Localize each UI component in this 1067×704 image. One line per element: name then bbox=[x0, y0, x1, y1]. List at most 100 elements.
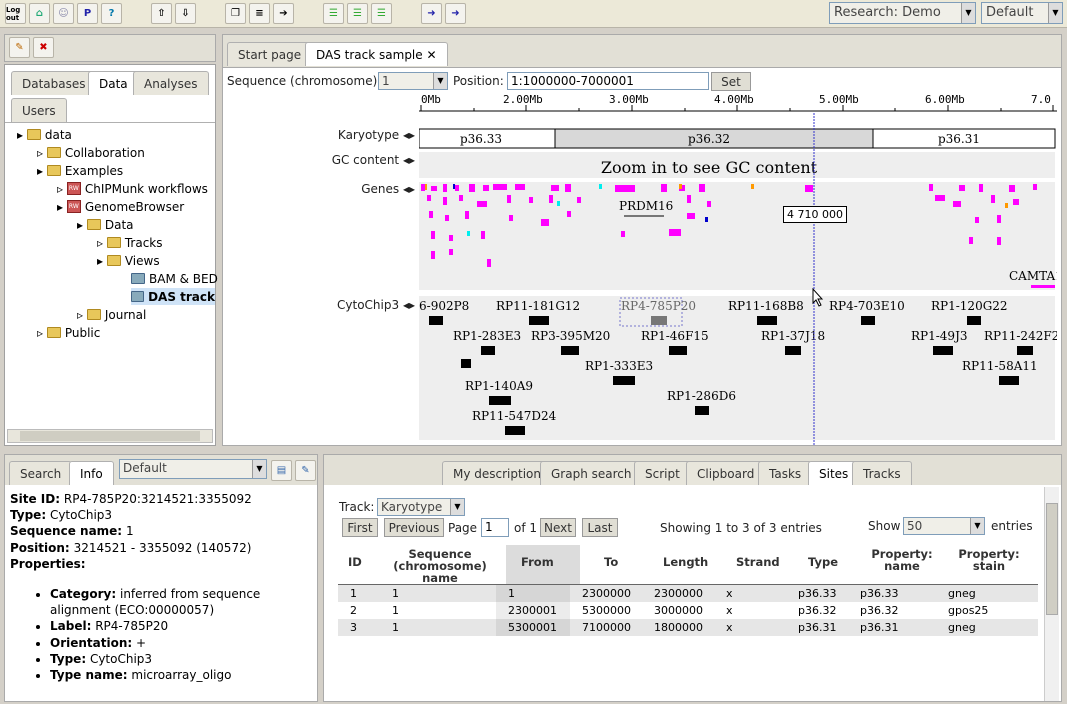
document-area: Start page DAS track sample ✕ Sequence (… bbox=[222, 34, 1067, 446]
clone-label: RP11-58A11 bbox=[962, 359, 1038, 373]
tab-das-track-sample[interactable]: DAS track sample ✕ bbox=[305, 42, 448, 66]
tree-item-genomebrowser[interactable]: ▸ RW GenomeBrowser bbox=[57, 198, 184, 215]
clone-label: RP1-46F15 bbox=[641, 329, 709, 343]
clone-label: RP1-333E3 bbox=[585, 359, 653, 373]
document-icon[interactable]: ▤ bbox=[271, 460, 292, 481]
vertical-scrollbar[interactable] bbox=[1044, 487, 1059, 701]
band-label: p36.31 bbox=[938, 132, 980, 146]
chevron-down-icon: ▼ bbox=[433, 73, 447, 89]
folder-icon bbox=[26, 129, 41, 140]
track-label-cytochip[interactable]: CytoChip3 ◂▸ bbox=[317, 298, 415, 312]
tab-users[interactable]: Users bbox=[11, 98, 67, 122]
profile-select[interactable]: Default ▼ bbox=[981, 2, 1063, 24]
list-icon[interactable]: ☰ bbox=[323, 3, 344, 24]
position-input[interactable]: 1:1000000-7000001 bbox=[507, 72, 709, 90]
chevron-down-icon: ▼ bbox=[961, 3, 975, 23]
open-doc-icon[interactable]: ➜ bbox=[445, 3, 466, 24]
col-to[interactable]: To bbox=[604, 555, 618, 569]
close-icon[interactable]: ✕ bbox=[426, 48, 436, 62]
last-button[interactable]: Last bbox=[582, 518, 618, 537]
copy-icon[interactable]: ❐ bbox=[225, 3, 246, 24]
research-select[interactable]: Research: Demo ▼ bbox=[829, 2, 976, 24]
tab-tasks[interactable]: Tasks bbox=[758, 461, 813, 485]
list2-icon[interactable]: ☰ bbox=[347, 3, 368, 24]
upload-icon[interactable]: ⇧ bbox=[151, 3, 172, 24]
tab-script[interactable]: Script bbox=[634, 461, 691, 485]
tree-item-bam-bed[interactable]: BAM & BED bbox=[131, 270, 218, 287]
clear-icon[interactable]: ✎ bbox=[9, 37, 30, 58]
tab-databases[interactable]: Databases bbox=[11, 71, 97, 95]
tab-clipboard[interactable]: Clipboard bbox=[686, 461, 766, 485]
tree-item-tracks[interactable]: ▹ Tracks bbox=[97, 234, 163, 251]
tree-item-data-sub[interactable]: ▸ Data bbox=[77, 216, 134, 233]
tab-info[interactable]: Info bbox=[69, 461, 114, 485]
tree-item-journal[interactable]: ▹ Journal bbox=[77, 306, 146, 323]
info-view-select[interactable]: Default ▼ bbox=[119, 459, 267, 479]
table-row[interactable]: 3 1 5300001 7100000 1800000 x p36.31 p36.31 gneg bbox=[338, 619, 1038, 636]
sequence-select[interactable]: 1 ▼ bbox=[378, 72, 448, 90]
next-button[interactable]: Next bbox=[540, 518, 576, 537]
clone-label: RP4-703E10 bbox=[829, 299, 905, 313]
track-label-genes[interactable]: Genes ◂▸ bbox=[327, 182, 415, 196]
page-size-select[interactable]: 50 ▼ bbox=[903, 517, 985, 535]
tree-item-das-track[interactable]: DAS track bbox=[131, 288, 215, 305]
tree-item-data[interactable]: ▸ data bbox=[17, 126, 72, 143]
tab-tracks[interactable]: Tracks bbox=[852, 461, 912, 485]
set-button[interactable]: Set bbox=[711, 72, 751, 91]
new-doc-icon[interactable]: ➜ bbox=[421, 3, 442, 24]
folder-icon bbox=[46, 327, 61, 338]
track-select[interactable]: Karyotype ▼ bbox=[377, 498, 465, 516]
tree-item-collaboration[interactable]: ▹ Collaboration bbox=[37, 144, 145, 161]
genome-view[interactable]: 0Mb 2.00Mb 3.00Mb 4.00Mb 5.00Mb 6.00Mb 7… bbox=[418, 91, 1067, 445]
project-icon: RW bbox=[66, 200, 81, 213]
list3-icon[interactable]: ☰ bbox=[371, 3, 392, 24]
folder-icon bbox=[46, 165, 61, 176]
table-row[interactable]: 1 1 1 2300000 2300000 x p36.33 p36.33 gneg bbox=[338, 585, 1038, 602]
tab-data[interactable]: Data bbox=[88, 71, 139, 95]
tab-my-description[interactable]: My description bbox=[442, 461, 552, 485]
tab-search[interactable]: Search bbox=[9, 461, 73, 485]
previous-button[interactable]: Previous bbox=[384, 518, 444, 537]
tree-item-chipmunk[interactable]: ▹ RW ChIPMunk workflows bbox=[57, 180, 208, 197]
col-id[interactable]: ID bbox=[348, 555, 362, 569]
first-button[interactable]: First bbox=[342, 518, 378, 537]
edit-icon[interactable]: ✎ bbox=[295, 460, 316, 481]
tab-graph-search[interactable]: Graph search bbox=[540, 461, 643, 485]
tree-item-examples[interactable]: ▸ Examples bbox=[37, 162, 123, 179]
gc-message: Zoom in to see GC content bbox=[601, 158, 818, 177]
user-icon[interactable]: ☺ bbox=[53, 3, 74, 24]
tab-start-page[interactable]: Start page bbox=[227, 42, 313, 66]
col-type[interactable]: Type bbox=[808, 555, 838, 569]
download-icon[interactable]: ⇩ bbox=[175, 3, 196, 24]
home-icon[interactable]: ⌂ bbox=[29, 3, 50, 24]
p-icon[interactable]: P bbox=[77, 3, 98, 24]
col-from[interactable]: From bbox=[521, 555, 554, 569]
horizontal-scrollbar[interactable] bbox=[7, 429, 213, 443]
track-label-karyotype[interactable]: Karyotype ◂▸ bbox=[327, 128, 415, 142]
folder-icon bbox=[86, 309, 101, 320]
clone-label: RP4-785P20 bbox=[621, 299, 696, 313]
tab-analyses[interactable]: Analyses bbox=[133, 71, 209, 95]
track-label-gc[interactable]: GC content ◂▸ bbox=[317, 153, 415, 167]
page-label: Page bbox=[448, 521, 478, 535]
col-strand[interactable]: Strand bbox=[736, 555, 780, 569]
clone-label: RP1-49J3 bbox=[911, 329, 968, 343]
col-property-stain[interactable]: Property: stain bbox=[955, 548, 1023, 572]
table-header: ID Sequence (chromosome) name From To Le… bbox=[338, 545, 1038, 585]
page-input[interactable]: 1 bbox=[481, 518, 509, 537]
col-length[interactable]: Length bbox=[663, 555, 708, 569]
gene-label: CAMTA1 bbox=[1009, 269, 1057, 283]
logout-icon[interactable]: Log out bbox=[5, 3, 26, 24]
clone-label: RP1-37J18 bbox=[761, 329, 825, 343]
tree-item-public[interactable]: ▹ Public bbox=[37, 324, 100, 341]
tree-item-views[interactable]: ▸ Views bbox=[97, 252, 160, 269]
clone-label: RP1-283E3 bbox=[453, 329, 521, 343]
import-icon[interactable]: ➔ bbox=[273, 3, 294, 24]
delete-icon[interactable]: ✖ bbox=[33, 37, 54, 58]
clone-label: RP11-181G12 bbox=[496, 299, 580, 313]
col-property-name[interactable]: Property: name bbox=[868, 548, 936, 572]
help-icon[interactable]: ? bbox=[101, 3, 122, 24]
table-row[interactable]: 2 1 2300001 5300000 3000000 x p36.32 p36.32 gpos… bbox=[338, 602, 1038, 619]
col-sequence[interactable]: Sequence (chromosome) name bbox=[390, 548, 490, 584]
export-icon[interactable]: ≡ bbox=[249, 3, 270, 24]
